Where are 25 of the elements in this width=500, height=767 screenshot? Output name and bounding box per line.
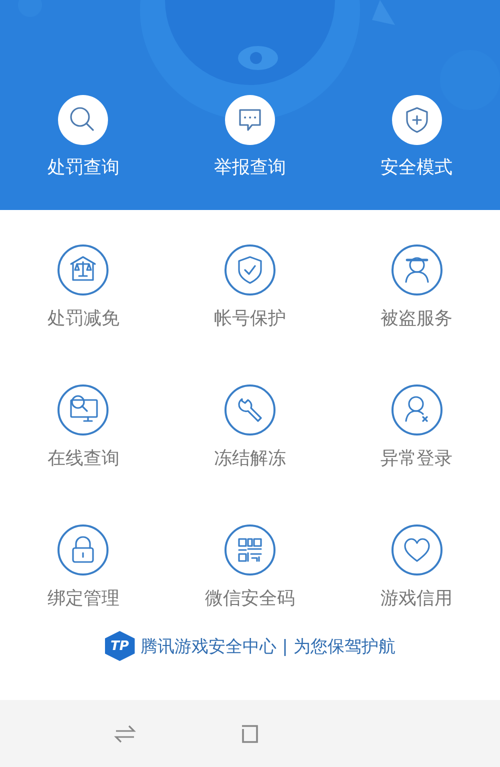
service-label[interactable]: 异常登录 [380,446,453,470]
message-icon[interactable] [224,95,275,145]
search-icon[interactable] [58,95,108,145]
service-label[interactable]: 帐号保护 [214,306,286,330]
action-label[interactable]: 安全模式 [380,155,453,179]
wrench-icon[interactable] [224,384,276,436]
action-label[interactable]: 举报查询 [214,155,286,179]
service-label[interactable]: 在线查询 [47,446,120,470]
service-label[interactable]: 冻结解冻 [214,446,286,470]
screen-search-icon[interactable] [57,384,110,436]
service-label[interactable]: 绑定管理 [47,586,120,610]
qr-code-icon[interactable] [224,524,276,576]
service-label[interactable]: 游戏信用 [380,586,453,610]
scales-icon[interactable] [57,244,110,296]
masked-person-icon[interactable] [390,244,443,296]
action-label[interactable]: 处罚查询 [47,155,120,179]
shield-check-icon[interactable] [224,244,276,296]
service-label[interactable]: 被盗服务 [380,306,453,330]
slogan: 腾讯游戏安全中心 | 为您保驾护航 [140,636,396,658]
shield-plus-icon[interactable] [392,95,442,145]
logo: TP [104,631,135,661]
lock-icon[interactable] [57,524,110,576]
service-label[interactable]: 微信安全码 [204,586,295,610]
person-x-icon[interactable] [390,384,443,436]
service-label[interactable]: 处罚减免 [47,306,120,330]
